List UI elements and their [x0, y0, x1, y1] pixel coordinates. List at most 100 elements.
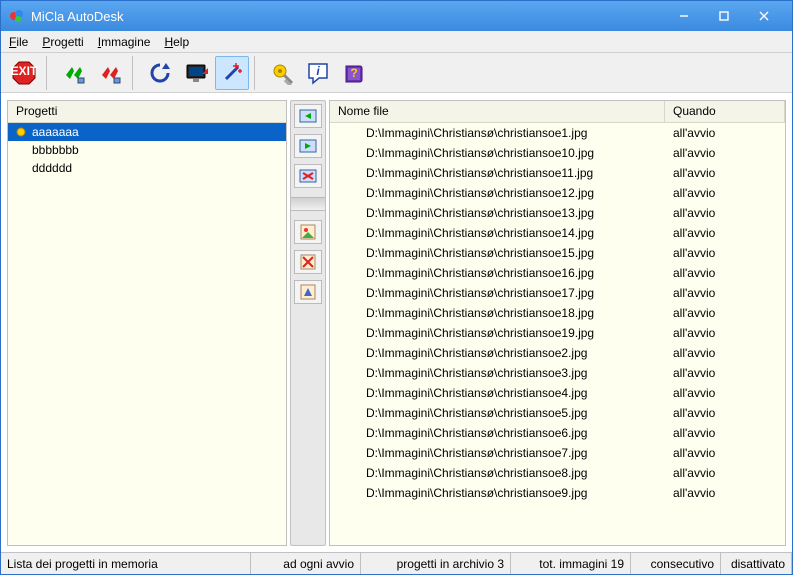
project-item[interactable]: aaaaaaa: [8, 123, 286, 141]
file-row[interactable]: D:\Immagini\Christiansø\christiansoe12.j…: [330, 183, 785, 203]
file-name: D:\Immagini\Christiansø\christiansoe19.j…: [330, 326, 665, 340]
file-name: D:\Immagini\Christiansø\christiansoe8.jp…: [330, 466, 665, 480]
close-button[interactable]: [744, 2, 784, 30]
file-when: all'avvio: [665, 206, 785, 220]
monitor-button[interactable]: [179, 56, 213, 90]
file-name: D:\Immagini\Christiansø\christiansoe10.j…: [330, 146, 665, 160]
file-row[interactable]: D:\Immagini\Christiansø\christiansoe3.jp…: [330, 363, 785, 383]
window-title: MiCla AutoDesk: [31, 9, 664, 24]
exit-button[interactable]: EXIT: [7, 56, 41, 90]
help-book-button[interactable]: ?: [337, 56, 371, 90]
file-when: all'avvio: [665, 226, 785, 240]
file-name: D:\Immagini\Christiansø\christiansoe13.j…: [330, 206, 665, 220]
file-when: all'avvio: [665, 426, 785, 440]
file-when: all'avvio: [665, 306, 785, 320]
files-header: Nome file Quando: [330, 101, 785, 123]
file-row[interactable]: D:\Immagini\Christiansø\christiansoe18.j…: [330, 303, 785, 323]
file-row[interactable]: D:\Immagini\Christiansø\christiansoe15.j…: [330, 243, 785, 263]
file-row[interactable]: D:\Immagini\Christiansø\christiansoe2.jp…: [330, 343, 785, 363]
vt-btn-5[interactable]: [294, 250, 322, 274]
project-label: bbbbbbb: [32, 143, 79, 157]
file-when: all'avvio: [665, 346, 785, 360]
file-name: D:\Immagini\Christiansø\christiansoe4.jp…: [330, 386, 665, 400]
vertical-toolbar: [290, 100, 326, 546]
file-name: D:\Immagini\Christiansø\christiansoe15.j…: [330, 246, 665, 260]
svg-text:?: ?: [350, 66, 357, 80]
separator: [46, 56, 52, 90]
file-row[interactable]: D:\Immagini\Christiansø\christiansoe6.jp…: [330, 423, 785, 443]
project-icon: [14, 125, 28, 139]
vt-btn-1[interactable]: [294, 104, 322, 128]
file-name: D:\Immagini\Christiansø\christiansoe14.j…: [330, 226, 665, 240]
vt-btn-6[interactable]: [294, 280, 322, 304]
projects-panel: Progetti aaaaaaa bbbbbbb dddddd: [7, 100, 287, 546]
files-panel: Nome file Quando D:\Immagini\Christiansø…: [329, 100, 786, 546]
maximize-button[interactable]: [704, 2, 744, 30]
file-when: all'avvio: [665, 246, 785, 260]
settings-button[interactable]: [265, 56, 299, 90]
file-name: D:\Immagini\Christiansø\christiansoe9.jp…: [330, 486, 665, 500]
file-row[interactable]: D:\Immagini\Christiansø\christiansoe11.j…: [330, 163, 785, 183]
project-item[interactable]: bbbbbbb: [8, 141, 286, 159]
file-when: all'avvio: [665, 366, 785, 380]
info-button[interactable]: i: [301, 56, 335, 90]
file-row[interactable]: D:\Immagini\Christiansø\christiansoe16.j…: [330, 263, 785, 283]
vt-btn-4[interactable]: [294, 220, 322, 244]
app-icon: [9, 8, 25, 24]
col-when[interactable]: Quando: [665, 101, 785, 122]
minimize-button[interactable]: [664, 2, 704, 30]
file-row[interactable]: D:\Immagini\Christiansø\christiansoe1.jp…: [330, 123, 785, 143]
file-name: D:\Immagini\Christiansø\christiansoe17.j…: [330, 286, 665, 300]
file-when: all'avvio: [665, 406, 785, 420]
files-list[interactable]: D:\Immagini\Christiansø\christiansoe1.jp…: [330, 123, 785, 545]
file-when: all'avvio: [665, 186, 785, 200]
vt-btn-2[interactable]: [294, 134, 322, 158]
status-cell-1: ad ogni avvio: [251, 553, 361, 574]
file-row[interactable]: D:\Immagini\Christiansø\christiansoe4.jp…: [330, 383, 785, 403]
file-when: all'avvio: [665, 326, 785, 340]
file-name: D:\Immagini\Christiansø\christiansoe3.jp…: [330, 366, 665, 380]
magic-wand-button[interactable]: [215, 56, 249, 90]
file-row[interactable]: D:\Immagini\Christiansø\christiansoe19.j…: [330, 323, 785, 343]
menu-immagine[interactable]: Immagine: [98, 35, 151, 49]
status-cell-0: Lista dei progetti in memoria: [1, 553, 251, 574]
menu-progetti[interactable]: Progetti: [42, 35, 83, 49]
projects-list[interactable]: aaaaaaa bbbbbbb dddddd: [8, 123, 286, 545]
file-name: D:\Immagini\Christiansø\christiansoe18.j…: [330, 306, 665, 320]
separator: [254, 56, 260, 90]
projects-header: Progetti: [8, 101, 286, 123]
col-name[interactable]: Nome file: [330, 101, 665, 122]
workarea: Progetti aaaaaaa bbbbbbb dddddd Nome file …: [1, 93, 792, 552]
file-when: all'avvio: [665, 486, 785, 500]
file-row[interactable]: D:\Immagini\Christiansø\christiansoe9.jp…: [330, 483, 785, 503]
file-when: all'avvio: [665, 386, 785, 400]
file-row[interactable]: D:\Immagini\Christiansø\christiansoe7.jp…: [330, 443, 785, 463]
project-icon: [14, 143, 28, 157]
project-item[interactable]: dddddd: [8, 159, 286, 177]
file-row[interactable]: D:\Immagini\Christiansø\christiansoe8.jp…: [330, 463, 785, 483]
project-icon: [14, 161, 28, 175]
refresh-button[interactable]: [143, 56, 177, 90]
file-row[interactable]: D:\Immagini\Christiansø\christiansoe17.j…: [330, 283, 785, 303]
separator: [132, 56, 138, 90]
file-when: all'avvio: [665, 126, 785, 140]
menu-help[interactable]: Help: [164, 35, 189, 49]
file-name: D:\Immagini\Christiansø\christiansoe11.j…: [330, 166, 665, 180]
connect-red-button[interactable]: [93, 56, 127, 90]
file-name: D:\Immagini\Christiansø\christiansoe12.j…: [330, 186, 665, 200]
file-name: D:\Immagini\Christiansø\christiansoe16.j…: [330, 266, 665, 280]
file-name: D:\Immagini\Christiansø\christiansoe5.jp…: [330, 406, 665, 420]
connect-green-button[interactable]: [57, 56, 91, 90]
file-name: D:\Immagini\Christiansø\christiansoe7.jp…: [330, 446, 665, 460]
menu-file[interactable]: File: [9, 35, 28, 49]
file-row[interactable]: D:\Immagini\Christiansø\christiansoe5.jp…: [330, 403, 785, 423]
statusbar: Lista dei progetti in memoria ad ogni av…: [1, 552, 792, 574]
file-row[interactable]: D:\Immagini\Christiansø\christiansoe13.j…: [330, 203, 785, 223]
toolbar: EXIT i ?: [1, 53, 792, 93]
status-cell-3: tot. immagini 19: [511, 553, 631, 574]
vt-btn-3[interactable]: [294, 164, 322, 188]
file-row[interactable]: D:\Immagini\Christiansø\christiansoe10.j…: [330, 143, 785, 163]
menubar: File Progetti Immagine Help: [1, 31, 792, 53]
file-row[interactable]: D:\Immagini\Christiansø\christiansoe14.j…: [330, 223, 785, 243]
file-when: all'avvio: [665, 446, 785, 460]
